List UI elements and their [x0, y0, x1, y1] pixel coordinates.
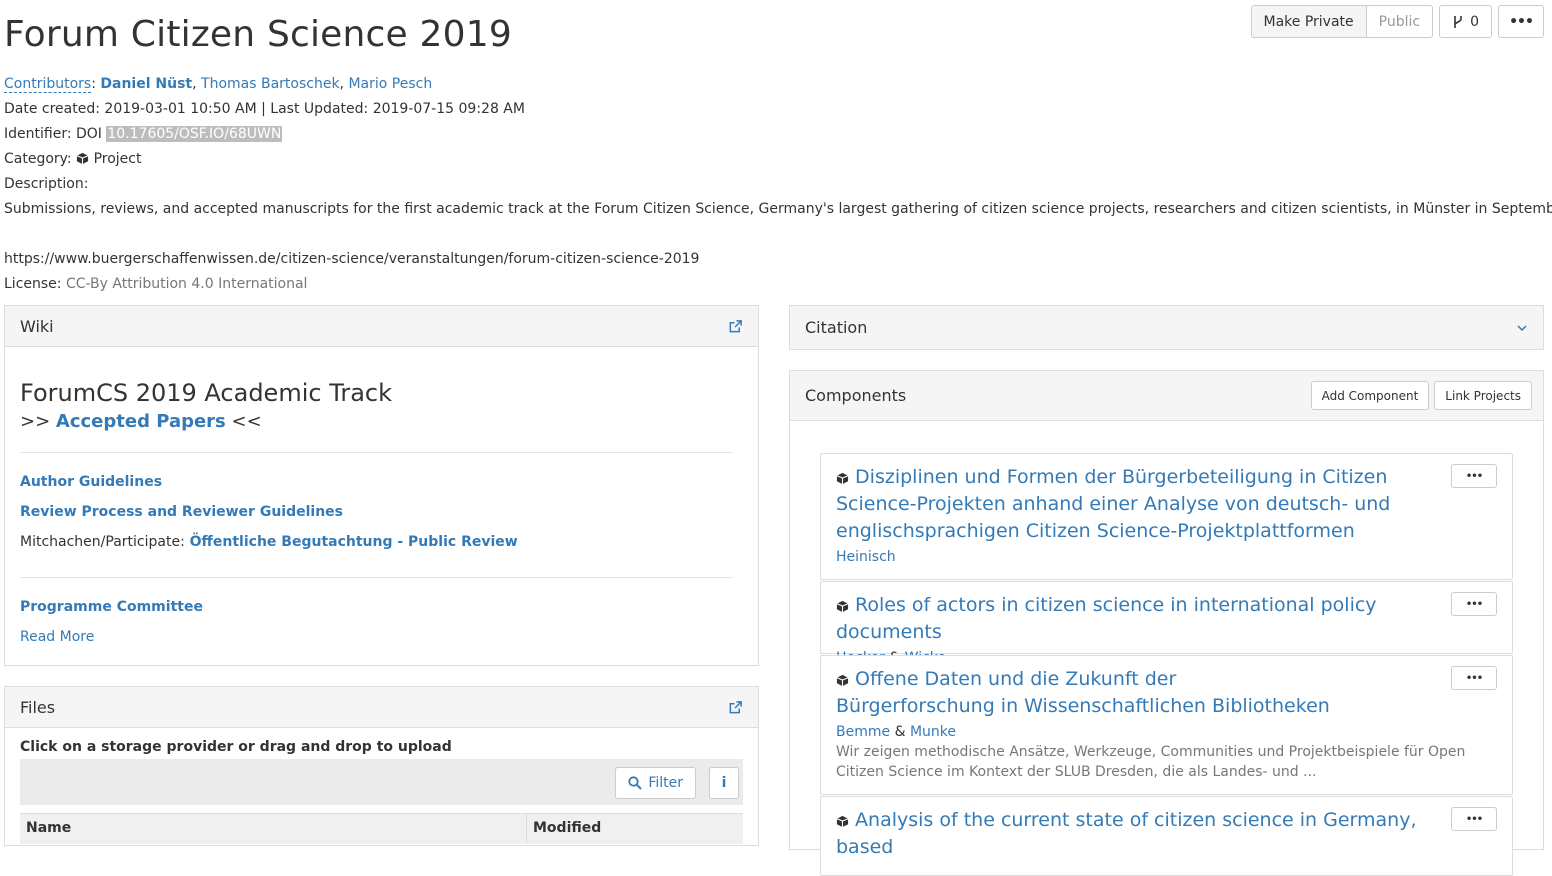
fork-button[interactable]: 0	[1439, 5, 1492, 38]
component-title-link[interactable]: Analysis of the current state of citizen…	[836, 809, 1417, 858]
cube-icon	[836, 815, 849, 828]
add-component-button[interactable]: Add Component	[1310, 381, 1430, 410]
component-title-link[interactable]: Offene Daten und die Zukunft der Bürgerf…	[836, 668, 1330, 717]
project-metadata: Contributors: Daniel Nüst, Thomas Bartos…	[4, 72, 1552, 297]
author-link[interactable]: Bemme	[836, 724, 890, 740]
wiki-panel-title: Wiki	[20, 316, 54, 336]
contributor-link[interactable]: Mario Pesch	[348, 76, 432, 92]
public-review-link[interactable]: Öffentliche Begutachtung - Public Review	[190, 534, 518, 550]
contributor-link[interactable]: Thomas Bartoschek	[201, 76, 340, 92]
link-projects-button[interactable]: Link Projects	[1434, 381, 1532, 410]
date-created: 2019-03-01 10:50 AM	[104, 101, 257, 117]
files-toolbar: Filter i	[20, 759, 743, 805]
component-menu-button[interactable]: •••	[1451, 666, 1497, 690]
fork-count: 0	[1470, 13, 1479, 30]
components-panel: Components Add Component Link Projects D…	[789, 370, 1544, 876]
ellipsis-icon: •••	[1465, 672, 1483, 684]
files-panel-header: Files	[5, 687, 758, 728]
category-value: Project	[93, 151, 142, 167]
public-button[interactable]: Public	[1366, 5, 1434, 38]
citation-panel-header[interactable]: Citation	[790, 306, 1543, 349]
wiki-heading: ForumCS 2019 Academic Track	[20, 379, 392, 407]
programme-committee-link[interactable]: Programme Committee	[20, 599, 203, 615]
more-menu-button[interactable]: •••	[1498, 5, 1544, 38]
column-modified[interactable]: Modified	[527, 814, 607, 844]
privacy-toggle: Make Private Public	[1250, 5, 1434, 38]
external-link-icon[interactable]	[728, 700, 743, 715]
component-title-link[interactable]: Roles of actors in citizen science in in…	[836, 594, 1377, 643]
project-url: https://www.buergerschaffenwissen.de/cit…	[4, 251, 700, 267]
description-text: Submissions, reviews, and accepted manus…	[4, 201, 1552, 217]
ellipsis-icon: •••	[1465, 598, 1483, 610]
search-icon	[628, 776, 643, 790]
external-link-icon[interactable]	[728, 319, 743, 334]
participate-label: Mitchachen/Participate:	[20, 534, 185, 550]
component-card: Disziplinen und Formen der Bürgerbeteili…	[820, 453, 1513, 580]
cube-icon	[836, 600, 849, 613]
identifier-row: Identifier: DOI 10.17605/OSF.IO/68UWN	[4, 126, 283, 142]
divider	[20, 452, 733, 453]
ellipsis-icon: •••	[1509, 13, 1534, 30]
divider	[20, 577, 733, 578]
description-label: Description:	[4, 176, 89, 192]
ellipsis-icon: •••	[1465, 813, 1483, 825]
cube-icon	[836, 674, 849, 687]
page-title: Forum Citizen Science 2019	[4, 14, 512, 55]
accepted-papers-link[interactable]: Accepted Papers	[56, 411, 226, 432]
components-panel-header: Components Add Component Link Projects	[790, 371, 1543, 421]
contributor-link[interactable]: Daniel Nüst	[100, 76, 192, 92]
cube-icon	[836, 472, 849, 485]
wiki-subheading: >> Accepted Papers <<	[20, 411, 262, 432]
last-updated: 2019-07-15 09:28 AM	[372, 101, 525, 117]
files-table-header: Name Modified	[20, 813, 743, 844]
component-title-link[interactable]: Disziplinen und Formen der Bürgerbeteili…	[836, 466, 1390, 542]
category-row: Category: Project	[4, 151, 142, 167]
dates-row: Date created: 2019-03-01 10:50 AM | Last…	[4, 101, 525, 117]
wiki-content: ForumCS 2019 Academic Track >> Accepted …	[5, 347, 758, 652]
column-name[interactable]: Name	[20, 814, 527, 844]
fork-icon	[1454, 15, 1462, 28]
component-description: Wir zeigen methodische Ansätze, Werkzeug…	[836, 744, 1466, 780]
component-menu-button[interactable]: •••	[1451, 592, 1497, 616]
wiki-panel-header: Wiki	[5, 306, 758, 347]
component-menu-button[interactable]: •••	[1451, 464, 1497, 488]
author-link[interactable]: Munke	[910, 724, 956, 740]
component-card: Analysis of the current state of citizen…	[820, 796, 1513, 876]
component-card: Offene Daten und die Zukunft der Bürgerf…	[820, 655, 1513, 795]
components-panel-title: Components	[805, 386, 907, 405]
filter-button[interactable]: Filter	[615, 767, 696, 799]
license-link[interactable]: CC-By Attribution 4.0 International	[66, 276, 308, 292]
ellipsis-icon: •••	[1465, 470, 1483, 482]
make-private-button[interactable]: Make Private	[1250, 5, 1367, 38]
author-link[interactable]: Heinisch	[836, 549, 896, 565]
info-button[interactable]: i	[709, 767, 739, 799]
citation-panel: Citation	[789, 305, 1544, 350]
review-process-link[interactable]: Review Process and Reviewer Guidelines	[20, 504, 343, 520]
project-actions: Make Private Public 0 •••	[1250, 5, 1544, 38]
component-menu-button[interactable]: •••	[1451, 807, 1497, 831]
files-panel: Files Click on a storage provider or dra…	[4, 686, 759, 846]
component-card: Roles of actors in citizen science in in…	[820, 581, 1513, 666]
license-row: License: CC-By Attribution 4.0 Internati…	[4, 276, 308, 292]
wiki-panel: Wiki ForumCS 2019 Academic Track >> Acce…	[4, 305, 759, 666]
contributors-row: Contributors: Daniel Nüst, Thomas Bartos…	[4, 76, 433, 93]
cube-icon	[76, 152, 89, 165]
citation-panel-title: Citation	[805, 318, 868, 337]
author-guidelines-link[interactable]: Author Guidelines	[20, 474, 162, 490]
chevron-down-icon[interactable]	[1516, 324, 1528, 332]
upload-hint: Click on a storage provider or drag and …	[20, 739, 452, 755]
contributors-label[interactable]: Contributors	[4, 76, 92, 93]
read-more-link[interactable]: Read More	[20, 629, 94, 645]
doi-value[interactable]: 10.17605/OSF.IO/68UWN	[106, 126, 283, 142]
files-panel-title: Files	[20, 697, 56, 717]
